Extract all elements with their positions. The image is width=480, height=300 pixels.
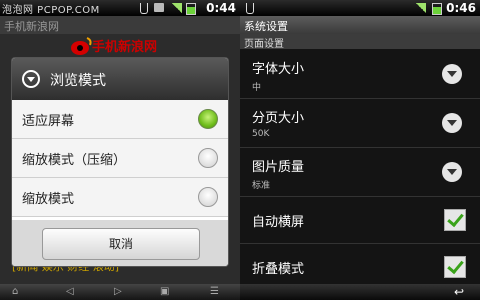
setting-value: 中 bbox=[252, 83, 262, 93]
chevron-down-icon[interactable] bbox=[442, 162, 462, 182]
setting-title: 自动横屏 bbox=[252, 215, 305, 230]
option-fit-screen[interactable]: 适应屏幕 bbox=[12, 100, 228, 139]
page-title-bar: 手机新浪网 bbox=[0, 16, 240, 34]
setting-fold-mode[interactable]: 折叠模式 bbox=[240, 244, 480, 284]
status-bar: 泡泡网 PCPOP.COM 0:44 bbox=[0, 0, 240, 16]
system-nav-bar: ↩ bbox=[240, 284, 480, 300]
usb-icon bbox=[246, 3, 254, 14]
option-label: 适应屏幕 bbox=[22, 114, 75, 129]
settings-title-bar: 系统设置 bbox=[240, 16, 480, 34]
signal-icon bbox=[172, 3, 182, 13]
status-bar: 0:46 bbox=[240, 0, 480, 16]
setting-value: 标准 bbox=[252, 181, 271, 191]
option-zoom-compressed[interactable]: 缩放模式（压缩） bbox=[12, 139, 228, 178]
notification-icon bbox=[154, 3, 164, 12]
checkbox-checked-icon[interactable] bbox=[444, 209, 466, 231]
page-title: 系统设置 bbox=[244, 20, 288, 33]
setting-image-quality[interactable]: 图片质量 标准 bbox=[240, 148, 480, 197]
setting-title: 折叠模式 bbox=[252, 262, 305, 277]
back-arrow-icon[interactable]: ↩ bbox=[454, 285, 464, 299]
setting-title: 分页大小 bbox=[252, 111, 305, 126]
chevron-down-icon[interactable] bbox=[442, 113, 462, 133]
section-header: 页面设置 bbox=[240, 34, 480, 50]
section-title: 页面设置 bbox=[244, 39, 284, 50]
battery-icon bbox=[432, 3, 442, 15]
chevron-down-icon[interactable] bbox=[442, 64, 462, 84]
cancel-button[interactable]: 取消 bbox=[42, 228, 200, 260]
sina-logo-text: 手机新浪网 bbox=[92, 40, 158, 55]
checkbox-checked-icon[interactable] bbox=[444, 256, 466, 278]
signal-icon bbox=[416, 3, 426, 13]
browser-screen: 泡泡网 PCPOP.COM 0:44 手机新浪网 手机新浪网 [新闻·娱乐·财经… bbox=[0, 0, 240, 300]
chevron-down-icon bbox=[22, 70, 40, 88]
back-icon[interactable]: ◁ bbox=[66, 286, 74, 297]
dialog-footer: 取消 bbox=[12, 220, 228, 266]
settings-screen: 0:46 系统设置 页面设置 字体大小 中 分页大小 50K 图片质量 标准 自… bbox=[240, 0, 480, 300]
radio-unselected-icon[interactable] bbox=[198, 187, 218, 207]
setting-page-size[interactable]: 分页大小 50K bbox=[240, 99, 480, 148]
setting-title: 字体大小 bbox=[252, 62, 305, 77]
windows-icon[interactable]: ▣ bbox=[160, 286, 169, 297]
setting-font-size[interactable]: 字体大小 中 bbox=[240, 50, 480, 99]
browser-toolbar: ⌂ ◁ ▷ ▣ ☰ bbox=[0, 284, 240, 300]
setting-value: 50K bbox=[252, 129, 270, 139]
dialog-title: 浏览模式 bbox=[50, 73, 106, 89]
watermark: 泡泡网 PCPOP.COM bbox=[2, 5, 100, 16]
radio-selected-icon[interactable] bbox=[198, 109, 218, 129]
usb-icon bbox=[140, 3, 148, 14]
setting-title: 图片质量 bbox=[252, 160, 305, 175]
home-icon[interactable]: ⌂ bbox=[12, 286, 18, 297]
option-zoom[interactable]: 缩放模式 bbox=[12, 178, 228, 217]
page-title: 手机新浪网 bbox=[4, 20, 59, 33]
setting-auto-rotate[interactable]: 自动横屏 bbox=[240, 197, 480, 244]
menu-icon[interactable]: ☰ bbox=[210, 286, 219, 297]
forward-icon[interactable]: ▷ bbox=[114, 286, 122, 297]
dialog-header: 浏览模式 bbox=[12, 58, 228, 100]
battery-icon bbox=[186, 3, 196, 15]
status-time: 0:46 bbox=[446, 1, 476, 15]
browse-mode-dialog: 浏览模式 适应屏幕 缩放模式（压缩） 缩放模式 取消 bbox=[12, 58, 228, 266]
radio-unselected-icon[interactable] bbox=[198, 148, 218, 168]
status-time: 0:44 bbox=[206, 1, 236, 15]
option-label: 缩放模式（压缩） bbox=[22, 153, 127, 168]
option-label: 缩放模式 bbox=[22, 192, 75, 207]
